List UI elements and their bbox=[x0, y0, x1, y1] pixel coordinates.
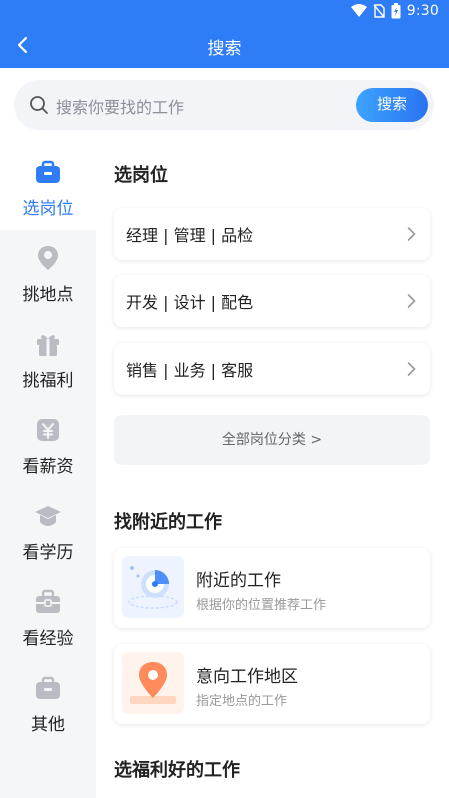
sidebar-item-salary[interactable]: 看薪资 bbox=[0, 402, 96, 488]
sidebar-item-label: 选岗位 bbox=[22, 199, 74, 219]
chevron-right-icon bbox=[407, 227, 416, 241]
page-title: 搜索 bbox=[207, 39, 242, 59]
yen-icon bbox=[37, 419, 59, 441]
section-title-nearby: 找附近的工作 bbox=[114, 512, 222, 533]
status-icons: 9:30 bbox=[350, 3, 439, 19]
sidebar-item-label: 其他 bbox=[31, 715, 65, 735]
chevron-right-icon bbox=[407, 294, 416, 308]
nav-bar: 搜索 bbox=[0, 24, 449, 68]
category-card[interactable]: 经理 | 管理 | 品检 bbox=[114, 208, 430, 260]
all-categories-button[interactable]: 全部岗位分类 > bbox=[114, 415, 430, 465]
section-title-benefits: 选福利好的工作 bbox=[114, 760, 240, 781]
preferred-area-card[interactable]: 意向工作地区 指定地点的工作 bbox=[114, 644, 430, 724]
graduation-cap-icon bbox=[35, 506, 61, 526]
no-sim-icon bbox=[373, 4, 385, 18]
search-input[interactable]: 搜索你要找的工作 bbox=[56, 94, 184, 118]
category-label: 开发 | 设计 | 配色 bbox=[126, 293, 254, 312]
sidebar-item-benefits[interactable]: 挑福利 bbox=[0, 316, 96, 402]
sidebar-item-education[interactable]: 看学历 bbox=[0, 488, 96, 574]
sidebar-item-label: 看薪资 bbox=[22, 457, 74, 477]
preferred-area-subtitle: 指定地点的工作 bbox=[196, 694, 288, 709]
search-icon bbox=[30, 96, 48, 114]
preferred-area-title: 意向工作地区 bbox=[196, 667, 298, 687]
battery-icon bbox=[391, 3, 401, 19]
wifi-icon bbox=[350, 4, 367, 17]
sidebar-item-label: 挑地点 bbox=[22, 285, 74, 305]
gift-icon bbox=[37, 335, 59, 356]
nearby-jobs-title: 附近的工作 bbox=[196, 571, 281, 591]
category-label: 经理 | 管理 | 品检 bbox=[126, 226, 254, 245]
sidebar: 选岗位 挑地点 挑福利 看薪资 看学历 看经验 其他 bbox=[0, 144, 96, 798]
category-card[interactable]: 开发 | 设计 | 配色 bbox=[114, 275, 430, 327]
header: 9:30 搜索 bbox=[0, 0, 449, 68]
briefcase-icon bbox=[36, 160, 60, 183]
category-card[interactable]: 销售 | 业务 | 客服 bbox=[114, 343, 430, 395]
chevron-right-icon bbox=[407, 362, 416, 376]
sidebar-item-label: 看经验 bbox=[22, 629, 74, 649]
sidebar-item-label: 看学历 bbox=[22, 543, 74, 563]
bag-icon bbox=[36, 676, 60, 699]
main-content: 选岗位 经理 | 管理 | 品检 开发 | 设计 | 配色 销售 | 业务 | … bbox=[96, 144, 449, 798]
radar-icon bbox=[122, 556, 184, 618]
search-box[interactable]: 搜索你要找的工作 搜索 bbox=[14, 80, 434, 130]
map-pin-icon bbox=[122, 652, 184, 714]
search-area: 搜索你要找的工作 搜索 bbox=[0, 68, 449, 144]
sidebar-item-experience[interactable]: 看经验 bbox=[0, 574, 96, 660]
toolbox-icon bbox=[36, 589, 60, 613]
search-button[interactable]: 搜索 bbox=[356, 88, 428, 122]
nearby-jobs-subtitle: 根据你的位置推荐工作 bbox=[196, 598, 327, 613]
sidebar-item-other[interactable]: 其他 bbox=[0, 660, 96, 746]
location-pin-icon bbox=[38, 246, 58, 270]
sidebar-item-location[interactable]: 挑地点 bbox=[0, 230, 96, 316]
nearby-jobs-card[interactable]: 附近的工作 根据你的位置推荐工作 bbox=[114, 548, 430, 628]
status-bar: 9:30 bbox=[0, 0, 449, 24]
section-title-jobs: 选岗位 bbox=[114, 165, 168, 186]
category-label: 销售 | 业务 | 客服 bbox=[126, 361, 254, 380]
sidebar-item-label: 挑福利 bbox=[22, 371, 74, 391]
status-time: 9:30 bbox=[406, 3, 439, 19]
sidebar-item-jobs[interactable]: 选岗位 bbox=[0, 144, 96, 230]
